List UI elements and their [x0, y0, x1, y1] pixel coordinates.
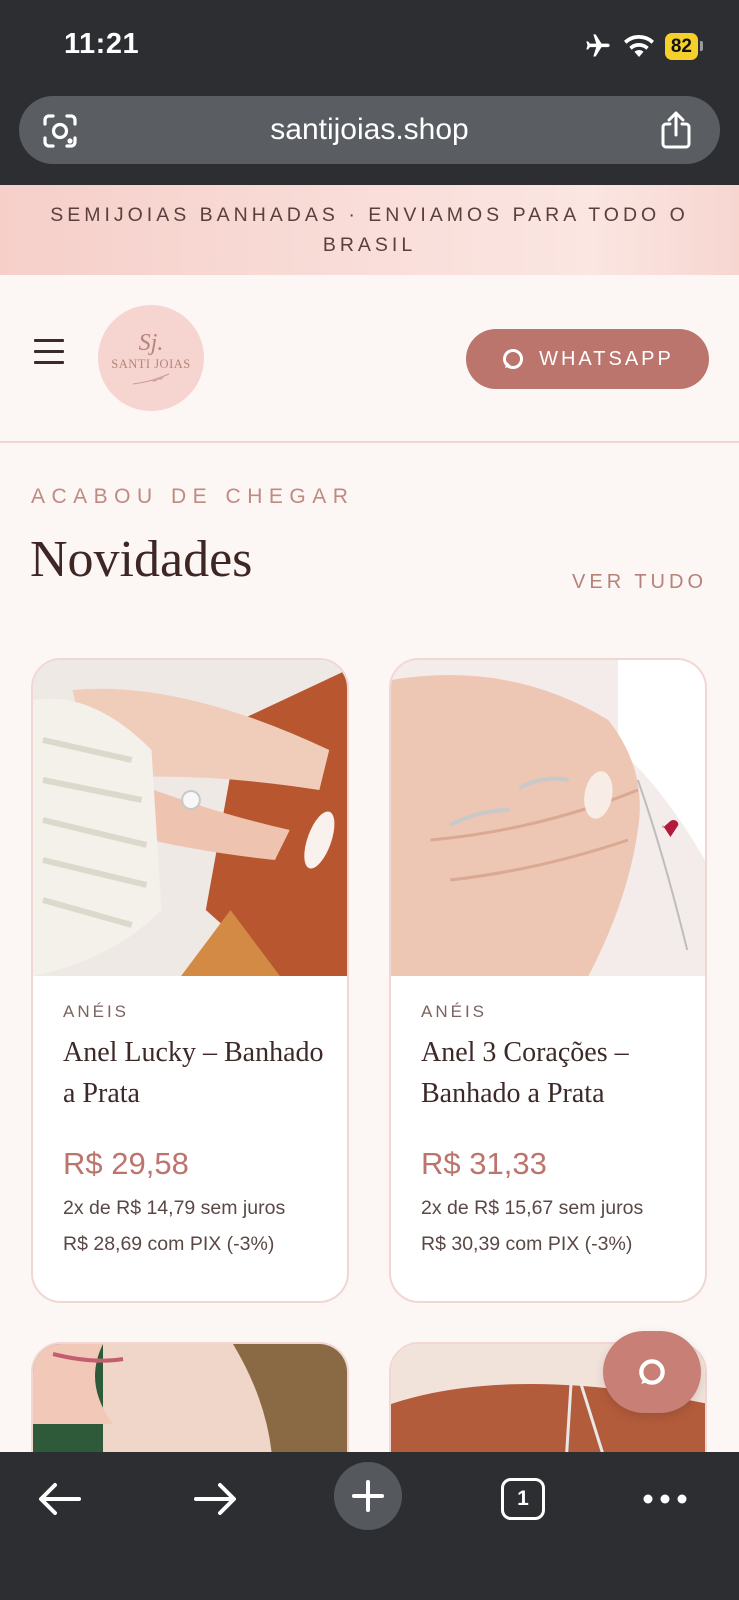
product-image[interactable] — [33, 1344, 349, 1452]
browser-toolbar: 1 — [0, 1452, 739, 1600]
hamburger-menu-icon[interactable] — [34, 339, 64, 365]
product-pix-price: R$ 28,69 com PIX (-3%) — [63, 1233, 275, 1255]
arrow-left-icon — [39, 1483, 81, 1515]
product-card[interactable]: ANÉIS Anel Lucky – Banhado a Prata R$ 29… — [31, 658, 349, 1303]
arrow-right-icon — [194, 1483, 236, 1515]
logo-monogram: Sj. — [138, 329, 164, 356]
whatsapp-icon — [639, 1359, 665, 1385]
whatsapp-icon — [503, 349, 524, 369]
more-menu-button[interactable] — [630, 1474, 700, 1524]
logo-name: SANTI JOIAS — [111, 356, 191, 371]
address-bar[interactable]: santijoias.shop — [19, 96, 720, 164]
product-category: ANÉIS — [63, 1002, 130, 1021]
product-card[interactable] — [31, 1342, 349, 1452]
browser-address-area: santijoias.shop — [0, 92, 739, 185]
status-time: 11:21 — [64, 28, 140, 60]
section-title: Novidades — [30, 531, 253, 588]
status-icons: 82 — [583, 32, 703, 60]
product-name[interactable]: Anel Lucky – Banhado a Prata — [63, 1032, 333, 1114]
section-eyebrow: ACABOU DE CHEGAR — [31, 485, 355, 508]
logo-leaf-ornament — [132, 373, 170, 384]
tab-switcher-button[interactable]: 1 — [488, 1474, 558, 1524]
forward-button[interactable] — [180, 1474, 250, 1524]
product-category: ANÉIS — [421, 1002, 488, 1021]
product-installments: 2x de R$ 14,79 sem juros — [63, 1197, 286, 1219]
plus-icon — [352, 1480, 384, 1512]
back-button[interactable] — [25, 1474, 95, 1524]
see-all-link[interactable]: VER TUDO — [572, 571, 707, 594]
battery-level: 82 — [664, 32, 698, 60]
web-page: SEMIJOIAS BANHADAS · ENVIAMOS PARA TODO … — [0, 185, 739, 1452]
more-dots-icon — [643, 1494, 687, 1504]
whatsapp-button[interactable]: WHATSAPP — [466, 329, 709, 389]
site-logo[interactable]: Sj. SANTI JOIAS — [98, 305, 204, 411]
wifi-icon — [623, 35, 654, 57]
product-name[interactable]: Anel 3 Corações – Banhado a Prata — [421, 1032, 691, 1114]
airplane-mode-icon — [586, 34, 610, 57]
product-card[interactable]: ANÉIS Anel 3 Corações – Banhado a Prata … — [389, 658, 707, 1303]
share-icon[interactable] — [658, 110, 694, 150]
tab-count: 1 — [501, 1478, 545, 1520]
product-price: R$ 29,58 — [63, 1146, 189, 1181]
product-image[interactable] — [391, 660, 705, 976]
status-bar: 11:21 82 — [0, 0, 739, 92]
site-header: Sj. SANTI JOIAS WHATSAPP — [0, 275, 739, 443]
floating-whatsapp-button[interactable] — [603, 1331, 701, 1413]
new-tab-button[interactable] — [334, 1462, 402, 1530]
product-image[interactable] — [33, 660, 347, 976]
product-price: R$ 31,33 — [421, 1146, 547, 1181]
announcement-text: SEMIJOIAS BANHADAS · ENVIAMOS PARA TODO … — [50, 204, 689, 256]
product-pix-price: R$ 30,39 com PIX (-3%) — [421, 1233, 633, 1255]
product-installments: 2x de R$ 15,67 sem juros — [421, 1197, 644, 1219]
whatsapp-button-label: WHATSAPP — [539, 347, 674, 370]
battery-indicator: 82 — [664, 32, 703, 60]
url-text: santijoias.shop — [270, 113, 469, 146]
announcement-bar: SEMIJOIAS BANHADAS · ENVIAMOS PARA TODO … — [0, 185, 739, 275]
